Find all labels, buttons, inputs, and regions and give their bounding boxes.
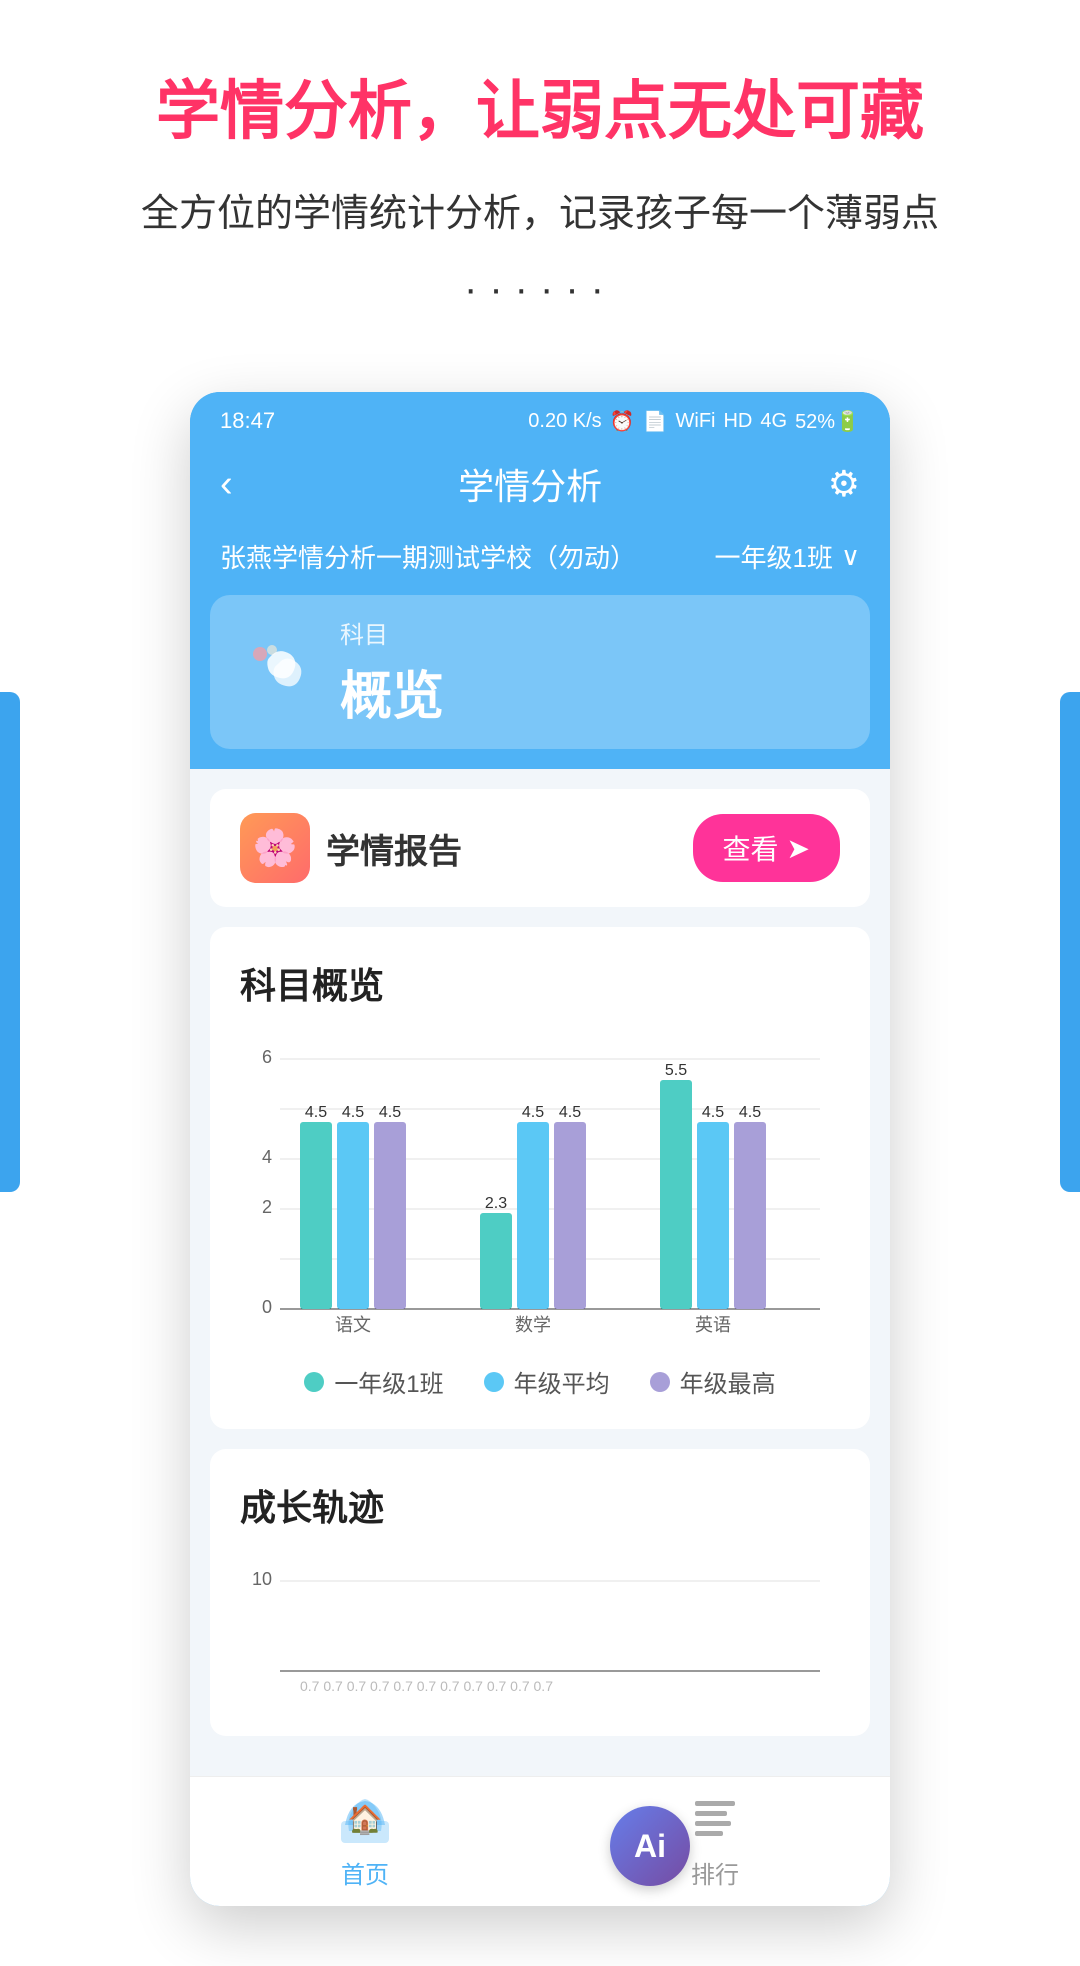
promo-title: 学情分析，让弱点无处可藏 [40,60,1040,152]
view-button[interactable]: 查看 ➤ [693,814,840,882]
svg-text:4.5: 4.5 [559,1104,581,1121]
subject-big-label: 概览 [340,654,444,729]
ai-label: Ai [634,1828,666,1865]
arrow-right-icon: ➤ [787,832,810,865]
battery-icon: 52%🔋 [795,409,860,434]
settings-icon[interactable]: ⚙ [828,463,860,505]
ai-badge[interactable]: Ai [610,1806,690,1886]
home-icon: 🏠 [337,1793,393,1849]
nav-rank[interactable]: 排行 [687,1793,743,1890]
legend-label-max: 年级最高 [680,1364,776,1399]
svg-text:🏠: 🏠 [348,1804,383,1836]
svg-text:4.5: 4.5 [342,1104,364,1121]
class-selector[interactable]: 一年级1班 ∨ [715,538,861,575]
view-label: 查看 [723,828,779,868]
growth-section: 成长轨迹 10 0.7 0.7 0.7 0.7 0.7 0.7 0.7 0.7 … [210,1449,870,1736]
report-icon: 🌸 [240,813,310,883]
subject-label-area: 科目 概览 [340,615,444,729]
legend-label-class: 一年级1班 [334,1364,443,1399]
svg-text:2.3: 2.3 [485,1195,507,1212]
svg-text:4.5: 4.5 [305,1104,327,1121]
status-icons: 0.20 K/s ⏰ 📄 WiFi HD 4G 52%🔋 [528,409,860,434]
status-time: 18:47 [220,408,275,434]
svg-text:4.5: 4.5 [379,1104,401,1121]
phone-mockup: 18:47 0.20 K/s ⏰ 📄 WiFi HD 4G 52%🔋 ‹ 学情分… [190,392,890,1906]
nav-home[interactable]: 🏠 首页 [337,1793,393,1890]
svg-text:4.5: 4.5 [739,1104,761,1121]
svg-text:2: 2 [262,1197,272,1217]
status-bar: 18:47 0.20 K/s ⏰ 📄 WiFi HD 4G 52%🔋 [190,392,890,442]
chart-legend: 一年级1班 年级平均 年级最高 [240,1364,840,1399]
dots-row: ······ [40,267,1040,312]
subject-icon [240,632,320,712]
chart-section: 科目概览 6 4 2 0 [210,927,870,1429]
growth-chart: 10 0.7 0.7 0.7 0.7 0.7 0.7 0.7 0.7 0.7 0… [240,1561,840,1701]
rank-icon [687,1793,743,1849]
svg-text:6: 6 [262,1047,272,1067]
svg-text:0.7 0.7 0.7 0.7 0.7 0.7 0.7 0.: 0.7 0.7 0.7 0.7 0.7 0.7 0.7 0.7 0.7 0.7 … [300,1678,553,1694]
side-bg-left [0,692,20,1192]
legend-label-avg: 年级平均 [514,1364,610,1399]
promo-section: 学情分析，让弱点无处可藏 全方位的学情统计分析，记录孩子每一个薄弱点 ·····… [0,0,1080,392]
svg-text:10: 10 [252,1569,272,1589]
legend-dot-class [304,1372,324,1392]
svg-text:4.5: 4.5 [702,1104,724,1121]
legend-dot-avg [484,1372,504,1392]
report-left: 🌸 学情报告 [240,813,462,883]
signal-icon: 4G [760,410,787,433]
bottom-nav: 🏠 首页 Ai 排行 [190,1776,890,1906]
wifi-icon: WiFi [676,410,716,433]
chart-title: 科目概览 [240,957,840,1009]
bar-chart: 6 4 2 0 4.5 4.5 4.5 语文 [240,1039,840,1339]
rank-label: 排行 [691,1855,739,1890]
report-card: 🌸 学情报告 查看 ➤ [210,789,870,907]
alarm-icon: ⏰ [610,409,635,434]
svg-text:4.5: 4.5 [522,1104,544,1121]
svg-text:数学: 数学 [515,1315,551,1335]
legend-max: 年级最高 [650,1364,776,1399]
svg-text:英语: 英语 [695,1315,731,1335]
growth-title: 成长轨迹 [240,1479,840,1531]
svg-text:5.5: 5.5 [665,1062,687,1079]
nav-bar: ‹ 学情分析 ⚙ [190,442,890,526]
report-title: 学情报告 [326,824,462,873]
school-name: 张燕学情分析一期测试学校（勿动） [220,538,636,575]
svg-text:语文: 语文 [335,1315,371,1335]
subject-tab-area: 科目 概览 [190,595,890,769]
class-name: 一年级1班 [715,538,833,575]
legend-avg: 年级平均 [484,1364,610,1399]
data-speed: 0.20 K/s [528,410,601,433]
svg-text:4: 4 [262,1147,272,1167]
legend-dot-max [650,1372,670,1392]
promo-subtitle: 全方位的学情统计分析，记录孩子每一个薄弱点 [40,182,1040,237]
chevron-down-icon: ∨ [841,541,860,572]
page-title: 学情分析 [458,458,602,510]
subject-card[interactable]: 科目 概览 [210,595,870,749]
svg-text:0: 0 [262,1297,272,1317]
document-icon: 📄 [643,409,668,434]
school-row: 张燕学情分析一期测试学校（勿动） 一年级1班 ∨ [190,526,890,595]
content-area: 🌸 学情报告 查看 ➤ 科目概览 [190,769,890,1776]
legend-class: 一年级1班 [304,1364,443,1399]
side-bg-right [1060,692,1080,1192]
hd-icon: HD [723,410,752,433]
subject-small-label: 科目 [340,615,444,650]
home-label: 首页 [341,1855,389,1890]
back-button[interactable]: ‹ [220,463,233,506]
